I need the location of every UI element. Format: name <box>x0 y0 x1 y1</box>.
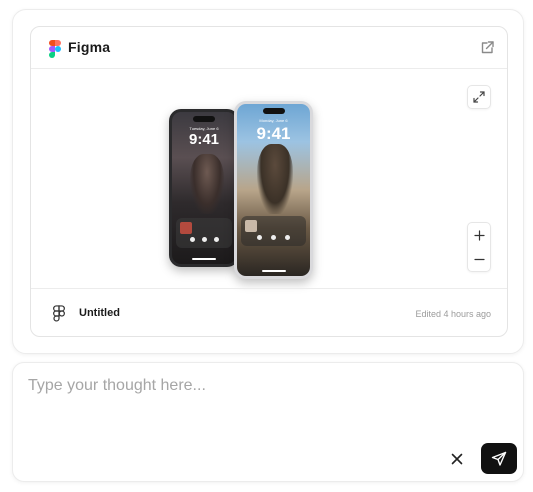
zoom-out-icon <box>473 258 485 260</box>
zoom-controls <box>467 222 491 272</box>
home-indicator <box>192 258 216 260</box>
music-widget <box>241 216 306 246</box>
expand-icon <box>473 91 485 103</box>
wallpaper-figure <box>257 144 293 214</box>
zoom-in-icon <box>473 229 485 241</box>
playback-control <box>271 235 276 240</box>
playback-control <box>202 237 207 242</box>
embed-canvas[interactable]: Tuesday, June 6 9:41 Monday, June 6 9:41 <box>31 69 507 288</box>
embed-header: Figma <box>31 27 507 69</box>
phone-mockup-front: Monday, June 6 9:41 <box>234 101 313 279</box>
figma-embed: Figma Tuesday, June 6 9:41 Monday, June … <box>30 26 508 337</box>
phone-screen: Tuesday, June 6 9:41 <box>172 112 236 264</box>
edited-timestamp: Edited 4 hours ago <box>415 309 491 319</box>
figma-embed-card: Figma Tuesday, June 6 9:41 Monday, June … <box>12 9 524 354</box>
figma-file-icon <box>53 305 65 322</box>
send-button[interactable] <box>481 443 517 474</box>
brand-name: Figma <box>68 39 111 55</box>
playback-control <box>190 237 195 242</box>
external-link-icon[interactable] <box>480 41 494 55</box>
zoom-out-button[interactable] <box>468 247 490 271</box>
phone-time: 9:41 <box>188 131 220 148</box>
embed-footer: Untitled Edited 4 hours ago <box>31 288 507 336</box>
playback-control <box>257 235 262 240</box>
playback-control <box>214 237 219 242</box>
zoom-in-button[interactable] <box>468 223 490 247</box>
thought-input[interactable] <box>28 377 508 437</box>
file-name[interactable]: Untitled <box>79 307 120 319</box>
expand-button[interactable] <box>467 85 491 109</box>
phone-time: 9:41 <box>256 124 291 143</box>
phone-mockup-back: Tuesday, June 6 9:41 <box>169 109 239 267</box>
thought-composer <box>12 362 524 482</box>
dynamic-island <box>262 108 285 114</box>
playback-control <box>285 235 290 240</box>
phone-date: Monday, June 6 <box>259 118 288 123</box>
phone-screen: Monday, June 6 9:41 <box>237 104 310 276</box>
music-widget <box>176 218 232 248</box>
send-icon <box>491 451 507 466</box>
figma-logo <box>49 40 61 58</box>
home-indicator <box>261 270 286 272</box>
close-icon[interactable] <box>450 452 464 466</box>
dynamic-island <box>193 116 215 122</box>
wallpaper-figure <box>190 154 224 214</box>
album-art <box>180 222 192 234</box>
album-art <box>245 220 257 232</box>
